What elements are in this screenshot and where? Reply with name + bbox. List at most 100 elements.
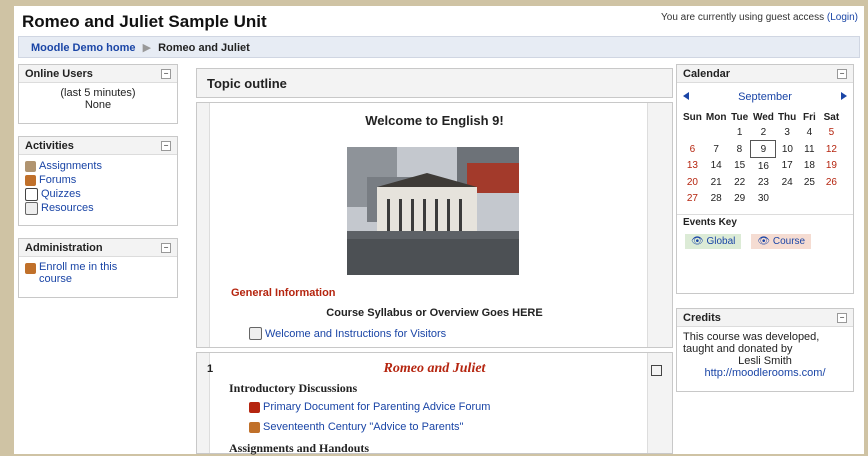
resource-icon xyxy=(249,327,262,340)
collapse-icon[interactable]: − xyxy=(837,69,847,79)
breadcrumb-current: Romeo and Juliet xyxy=(158,42,250,54)
topic-outline-header: Topic outline xyxy=(196,68,673,98)
collapse-icon[interactable]: − xyxy=(161,141,171,151)
global-label: Global xyxy=(706,236,736,247)
calendar-day[interactable]: 19 xyxy=(820,158,842,175)
calendar-day[interactable] xyxy=(681,124,704,141)
credits-content: This course was developed, taught and do… xyxy=(677,327,853,383)
welcome-instructions-item[interactable]: Welcome and Instructions for Visitors xyxy=(249,327,446,340)
calendar-day[interactable]: 24 xyxy=(776,174,799,190)
calendar-day[interactable] xyxy=(776,190,799,206)
next-month-icon[interactable] xyxy=(841,92,847,100)
calendar-grid: Sun Mon Tue Wed Thu Fri Sat 1 2 3 4 5 6 … xyxy=(681,111,842,206)
calendar-day[interactable] xyxy=(798,190,820,206)
calendar-block: Calendar − September Sun Mon Tue Wed Thu… xyxy=(676,64,854,294)
calendar-day[interactable] xyxy=(820,190,842,206)
activity-item-resources[interactable]: Resources xyxy=(25,201,171,215)
calendar-header: Calendar − xyxy=(677,65,853,83)
online-users-block: Online Users − (last 5 minutes) None xyxy=(18,64,178,124)
calendar-day[interactable]: 21 xyxy=(704,174,729,190)
calendar-day[interactable]: 23 xyxy=(751,174,776,190)
credits-header: Credits − xyxy=(677,309,853,327)
collapse-icon[interactable]: − xyxy=(837,313,847,323)
credits-text: This course was developed, taught and do… xyxy=(683,331,820,355)
day-header: Fri xyxy=(802,112,816,123)
eye-icon: 👁 xyxy=(757,236,771,247)
calendar-day[interactable]: 20 xyxy=(681,174,704,190)
calendar-day[interactable]: 14 xyxy=(704,158,729,175)
calendar-day[interactable]: 29 xyxy=(728,190,751,206)
credits-title: Credits xyxy=(683,312,721,324)
guest-access-notice: You are currently using guest access (Lo… xyxy=(661,12,858,23)
calendar-day[interactable]: 15 xyxy=(728,158,751,175)
calendar-day[interactable]: 26 xyxy=(820,174,842,190)
calendar-day[interactable]: 5 xyxy=(820,124,842,141)
calendar-month[interactable]: September xyxy=(677,91,853,103)
collapse-icon[interactable]: − xyxy=(161,243,171,253)
calendar-day[interactable]: 12 xyxy=(820,141,842,158)
activities-block: Activities − Assignments Forums Quizzes … xyxy=(18,136,178,226)
calendar-day[interactable]: 11 xyxy=(798,141,820,158)
online-users-period: (last 5 minutes) xyxy=(60,87,136,99)
calendar-day[interactable]: 8 xyxy=(728,141,751,158)
general-information-label: General Information xyxy=(231,287,336,299)
activities-title: Activities xyxy=(25,140,74,152)
day-header: Sun xyxy=(683,112,702,123)
calendar-day[interactable]: 18 xyxy=(798,158,820,175)
welcome-instructions-link[interactable]: Welcome and Instructions for Visitors xyxy=(265,328,446,340)
section-link-item[interactable]: Seventeenth Century "Advice to Parents" xyxy=(249,421,463,433)
calendar-title: Calendar xyxy=(683,68,731,80)
administration-header: Administration − xyxy=(19,239,177,257)
calendar-day[interactable] xyxy=(704,124,729,141)
calendar-day[interactable]: 16 xyxy=(751,158,776,175)
page-title: Romeo and Juliet Sample Unit xyxy=(22,12,267,31)
calendar-day[interactable]: 4 xyxy=(798,124,820,141)
activity-label[interactable]: Quizzes xyxy=(41,188,81,200)
calendar-day[interactable]: 30 xyxy=(751,190,776,206)
activity-item-assignments[interactable]: Assignments xyxy=(25,159,171,173)
activity-item-quizzes[interactable]: Quizzes xyxy=(25,187,171,201)
calendar-day[interactable]: 17 xyxy=(776,158,799,175)
credits-url-link[interactable]: http://moodlerooms.com/ xyxy=(683,367,847,379)
activity-label[interactable]: Assignments xyxy=(39,160,102,172)
calendar-day[interactable]: 3 xyxy=(776,124,799,141)
calendar-day[interactable]: 2 xyxy=(751,124,776,141)
events-course-toggle[interactable]: 👁 Course xyxy=(751,234,812,249)
calendar-day-today[interactable]: 9 xyxy=(750,140,777,158)
breadcrumb-home-link[interactable]: Moodle Demo home xyxy=(31,42,136,54)
advice-link[interactable]: Seventeenth Century "Advice to Parents" xyxy=(263,421,463,433)
course-section-1: 1 Romeo and Juliet Introductory Discussi… xyxy=(196,352,673,455)
section-link-item[interactable]: Primary Document for Parenting Advice Fo… xyxy=(249,401,490,413)
enroll-link[interactable]: Enroll me in this course xyxy=(39,261,149,285)
calendar-day[interactable]: 25 xyxy=(798,174,820,190)
events-key-row: 👁 Global 👁 Course xyxy=(677,230,853,253)
administration-block: Administration − Enroll me in this cours… xyxy=(18,238,178,298)
calendar-day[interactable]: 27 xyxy=(681,190,704,206)
calendar-day[interactable]: 1 xyxy=(728,124,751,141)
course-section-0: Welcome to English 9! General Informatio… xyxy=(196,102,673,348)
calendar-day[interactable]: 28 xyxy=(704,190,729,206)
credits-block: Credits − This course was developed, tau… xyxy=(676,308,854,392)
calendar-day[interactable]: 7 xyxy=(704,141,729,158)
activity-item-forums[interactable]: Forums xyxy=(25,173,171,187)
activity-label[interactable]: Forums xyxy=(39,174,76,186)
calendar-day[interactable]: 22 xyxy=(728,174,751,190)
administration-content: Enroll me in this course xyxy=(19,257,177,289)
enroll-icon xyxy=(25,263,36,274)
calendar-day[interactable]: 13 xyxy=(681,158,704,175)
highlight-checkbox[interactable] xyxy=(651,365,662,376)
forum-icon xyxy=(249,421,260,433)
moodle-page: Romeo and Juliet Sample Unit You are cur… xyxy=(14,6,864,455)
login-link[interactable]: (Login) xyxy=(827,12,858,23)
calendar-day[interactable]: 10 xyxy=(776,141,799,158)
events-global-toggle[interactable]: 👁 Global xyxy=(685,234,742,249)
primary-document-link[interactable]: Primary Document for Parenting Advice Fo… xyxy=(263,401,490,413)
day-header: Mon xyxy=(705,112,727,123)
day-header: Thu xyxy=(777,112,797,123)
collapse-icon[interactable]: − xyxy=(161,69,171,79)
quiz-icon xyxy=(25,187,38,201)
activity-label[interactable]: Resources xyxy=(41,202,94,214)
breadcrumb: Moodle Demo home ▶ Romeo and Juliet xyxy=(31,41,250,54)
calendar-day[interactable]: 6 xyxy=(681,141,704,158)
calendar-month-nav: September xyxy=(677,89,853,107)
